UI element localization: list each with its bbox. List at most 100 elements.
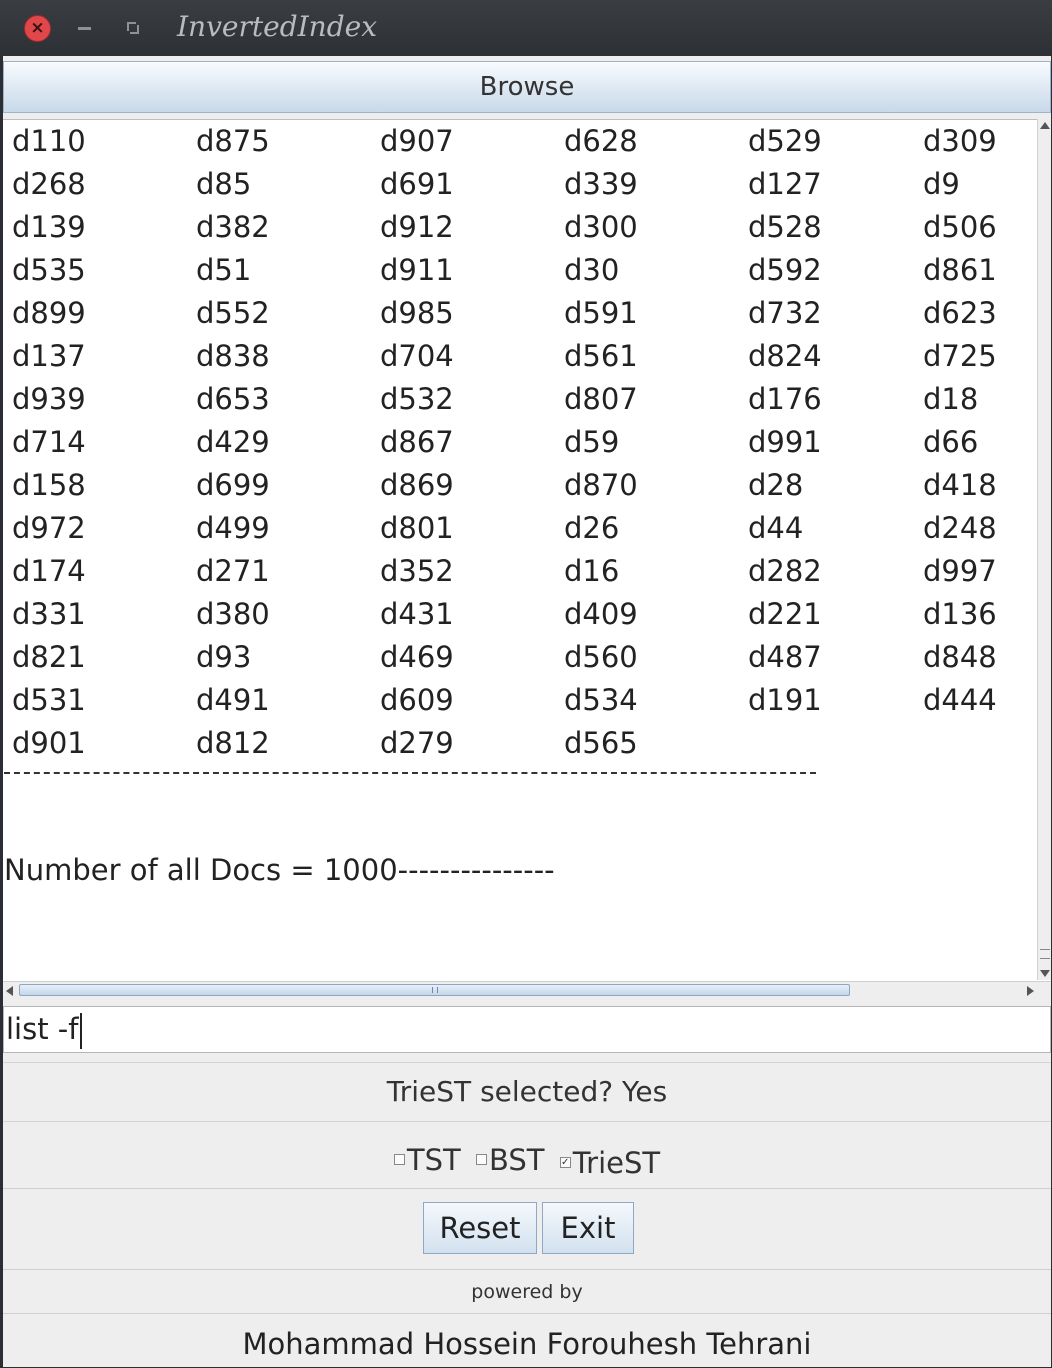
document-id: d309 — [923, 124, 997, 158]
document-id: d487 — [748, 640, 822, 674]
document-id: d912 — [380, 210, 454, 244]
document-id: d528 — [748, 210, 822, 244]
document-id: d110 — [12, 124, 86, 158]
document-id: d560 — [564, 640, 638, 674]
checkbox-triest[interactable]: ✓ TrieST — [559, 1131, 661, 1195]
doc-count-text: Number of all Docs = 1000--------------- — [4, 853, 555, 887]
document-id: d985 — [380, 296, 454, 330]
document-id: d380 — [196, 597, 270, 631]
document-id: d418 — [923, 468, 997, 502]
browse-button[interactable]: Browse — [3, 61, 1051, 113]
scroll-grip-icon — [1040, 949, 1050, 959]
horizontal-scrollbar[interactable] — [3, 981, 1051, 998]
document-id: d491 — [196, 683, 270, 717]
checkbox-bst[interactable]: BST — [475, 1128, 545, 1192]
output-text-area[interactable]: d110 d875 d907 d628 d529 d309 d268 d85 d691 d339 d… — [3, 119, 1051, 998]
minimize-icon[interactable] — [78, 27, 91, 30]
document-id: d139 — [12, 210, 86, 244]
thumb-grip-icon — [432, 987, 438, 993]
document-id: d561 — [564, 339, 638, 373]
scroll-thumb[interactable] — [19, 984, 850, 996]
document-id: d535 — [12, 253, 86, 287]
document-id: d609 — [380, 683, 454, 717]
document-id: d85 — [196, 167, 252, 201]
document-id: d565 — [564, 726, 638, 760]
document-id: d499 — [196, 511, 270, 545]
document-id: d44 — [748, 511, 804, 545]
document-id: d732 — [748, 296, 822, 330]
document-id: d623 — [923, 296, 997, 330]
status-label: TrieST selected? Yes — [3, 1062, 1051, 1122]
document-id: d534 — [564, 683, 638, 717]
document-id: d848 — [923, 640, 997, 674]
scroll-left-icon[interactable] — [6, 986, 13, 996]
document-id: d997 — [923, 554, 997, 588]
scroll-down-icon[interactable] — [1040, 970, 1050, 977]
checkbox-icon[interactable] — [475, 1154, 487, 1165]
document-id: d875 — [196, 124, 270, 158]
document-id: d382 — [196, 210, 270, 244]
author-label: Mohammad Hossein Forouhesh Tehrani — [242, 1327, 812, 1361]
document-id: d279 — [380, 726, 454, 760]
checkbox-bst-label: BST — [488, 1142, 545, 1177]
document-id: d699 — [196, 468, 270, 502]
document-id: d552 — [196, 296, 270, 330]
document-id: d592 — [748, 253, 822, 287]
document-id: d870 — [564, 468, 638, 502]
document-id: d444 — [923, 683, 997, 717]
checkbox-triest-label: TrieST — [572, 1145, 661, 1180]
document-id: d714 — [12, 425, 86, 459]
checkbox-tst[interactable]: TST — [393, 1128, 461, 1192]
document-id: d137 — [12, 339, 86, 373]
scroll-right-icon[interactable] — [1027, 986, 1034, 996]
action-buttons: Reset Exit — [3, 1190, 1051, 1270]
document-id: d431 — [380, 597, 454, 631]
separator-line — [4, 772, 816, 774]
document-id: d30 — [564, 253, 620, 287]
document-id: d531 — [12, 683, 86, 717]
document-id: d59 — [564, 425, 620, 459]
vertical-scrollbar[interactable] — [1037, 119, 1051, 980]
document-id: d725 — [923, 339, 997, 373]
document-id: d429 — [196, 425, 270, 459]
document-id: d127 — [748, 167, 822, 201]
document-id: d591 — [564, 296, 638, 330]
document-id: d248 — [923, 511, 997, 545]
document-id: d807 — [564, 382, 638, 416]
document-id: d221 — [748, 597, 822, 631]
document-id: d409 — [564, 597, 638, 631]
document-id: d282 — [748, 554, 822, 588]
document-id: d331 — [12, 597, 86, 631]
document-id: d18 — [923, 382, 979, 416]
document-id: d268 — [12, 167, 86, 201]
exit-button[interactable]: Exit — [542, 1202, 634, 1254]
document-id: d300 — [564, 210, 638, 244]
checkbox-icon[interactable] — [393, 1154, 405, 1165]
structure-selector: TST BST ✓ TrieST — [3, 1123, 1051, 1189]
checkbox-tst-label: TST — [406, 1142, 461, 1177]
command-input[interactable]: list -f — [3, 1006, 1051, 1053]
document-id: d66 — [923, 425, 979, 459]
document-id: d16 — [564, 554, 620, 588]
scroll-up-icon[interactable] — [1040, 122, 1050, 129]
document-id: d9 — [923, 167, 960, 201]
document-id: d653 — [196, 382, 270, 416]
window-title: InvertedIndex — [177, 10, 377, 43]
document-id: d158 — [12, 468, 86, 502]
document-id: d911 — [380, 253, 454, 287]
document-id: d991 — [748, 425, 822, 459]
document-id: d26 — [564, 511, 620, 545]
document-id: d801 — [380, 511, 454, 545]
powered-by-label: powered by — [3, 1270, 1051, 1314]
document-id: d51 — [196, 253, 252, 287]
document-id: d28 — [748, 468, 804, 502]
command-input-value: list -f — [6, 1012, 79, 1046]
document-id: d869 — [380, 468, 454, 502]
maximize-icon[interactable] — [127, 22, 139, 34]
close-icon[interactable]: × — [24, 15, 51, 42]
reset-button[interactable]: Reset — [423, 1202, 537, 1254]
checkmark-icon[interactable]: ✓ — [559, 1157, 571, 1168]
document-id: d899 — [12, 296, 86, 330]
app-window: Browse d110 d875 d907 d628 d529 d309 d268 d85 d6… — [3, 56, 1051, 1367]
document-id: d824 — [748, 339, 822, 373]
